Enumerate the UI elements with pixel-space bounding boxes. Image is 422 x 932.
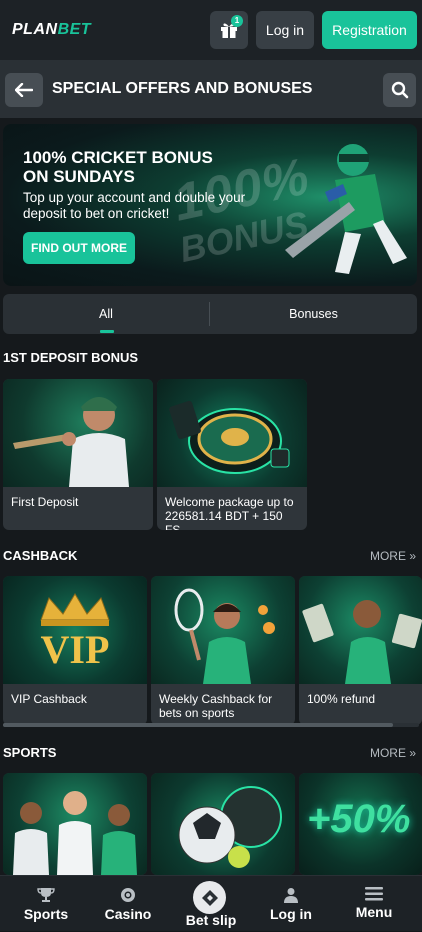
section-title-sports: SPORTS [3,745,57,760]
chevrons-right-icon: » [409,549,416,563]
roulette-illustration [169,400,290,474]
nav-label: Casino [104,906,152,922]
offer-label: VIP Cashback [11,692,87,706]
offer-image: +50% [299,773,422,875]
offer-card-refund[interactable]: 100% refund [299,576,422,725]
search-icon [391,81,408,99]
bet-slip-circle[interactable] [193,881,226,914]
arrow-left-icon [15,83,33,97]
scrollbar-thumb[interactable] [3,723,393,727]
offer-image [299,576,422,684]
menu-icon [365,887,383,901]
login-button[interactable]: Log in [256,11,314,49]
back-button[interactable] [5,73,43,107]
logo-part-bet: BET [57,21,92,38]
cricket-batsman-illustration [285,144,407,274]
nav-label: Bet slip [185,912,237,928]
nav-label: Sports [23,906,69,922]
offer-card-sports-3[interactable]: +50% [299,773,422,875]
offer-image [157,379,307,487]
sports-more-link[interactable]: MORE » [370,746,416,760]
offer-image [3,379,153,487]
tab-all[interactable]: All [3,294,209,334]
cricket-player-illustration [13,397,129,487]
gift-button[interactable]: 1 [210,11,248,49]
banner-description: Top up your account and double your depo… [23,190,246,221]
banner-title: 100% CRICKET BONUS ON SUNDAYS [23,148,213,186]
active-tab-indicator [100,330,114,333]
chevrons-right-icon: » [409,746,416,760]
offer-label: Welcome package up to 226581.14 BDT + 15… [165,495,294,530]
offer-image: VIP [3,576,147,684]
section-title-cashback: CASHBACK [3,548,78,563]
user-icon [284,888,298,903]
offer-card-first-deposit[interactable]: First Deposit [3,379,153,530]
more-label: MORE [369,746,406,760]
filter-tabs: All Bonuses [3,294,417,334]
section-title-first-deposit: 1ST DEPOSIT BONUS [3,350,139,365]
tennis-player-illustration [174,588,275,684]
offer-card-vip-cashback[interactable]: VIP VIP Cashback [3,576,147,725]
find-out-more-button[interactable]: FIND OUT MORE [23,232,135,264]
registration-button[interactable]: Registration [322,11,417,49]
logo[interactable]: PLANBET [12,21,91,39]
offer-card-sports-1[interactable] [3,773,147,875]
offer-image [151,576,295,684]
offer-label: Weekly Cashback for bets on sports [159,692,273,720]
offer-card-sports-2[interactable] [151,773,295,875]
offer-image [151,773,295,875]
vip-art-text: VIP [40,627,110,672]
nav-label: Menu [355,904,393,920]
gift-count-badge: 1 [231,15,243,27]
offer-label: First Deposit [11,495,79,509]
offer-label: 100% refund [307,692,376,706]
tab-bonuses[interactable]: Bonuses [210,294,417,334]
plus-50-art-text: +50% [307,797,411,841]
logo-part-plan: PLAN [12,21,58,38]
more-label: MORE [369,549,406,563]
offer-card-weekly-cashback[interactable]: Weekly Cashback for bets on sports [151,576,295,725]
nav-login[interactable]: Log in [263,876,319,932]
cricket-fan-illustration [302,600,422,684]
trophy-icon [37,888,55,902]
sports-balls-illustration [178,786,282,868]
cashback-more-link[interactable]: MORE » [370,549,416,563]
nav-casino[interactable]: Casino [100,876,156,932]
cashback-scrollbar[interactable] [3,723,419,727]
offer-image [3,773,147,875]
nav-label: Log in [270,906,312,922]
page-header: SPECIAL OFFERS AND BONUSES [0,60,422,118]
page-title: SPECIAL OFFERS AND BONUSES [52,80,313,97]
nav-menu[interactable]: Menu [346,876,402,932]
top-bar: PLANBET 1 Log in Registration [0,0,422,60]
nav-sports[interactable]: Sports [18,876,74,932]
athletes-illustration [13,791,137,875]
offer-card-welcome-package[interactable]: Welcome package up to 226581.14 BDT + 15… [157,379,307,530]
ticket-icon [201,889,218,906]
bottom-navigation: Sports Casino Bet slip Log in Menu [0,875,422,931]
search-button[interactable] [383,73,416,107]
chip-icon [121,888,135,902]
promo-banner[interactable]: 100% BONUS 100% CRICKET BONUS ON SUNDAYS… [3,124,417,286]
